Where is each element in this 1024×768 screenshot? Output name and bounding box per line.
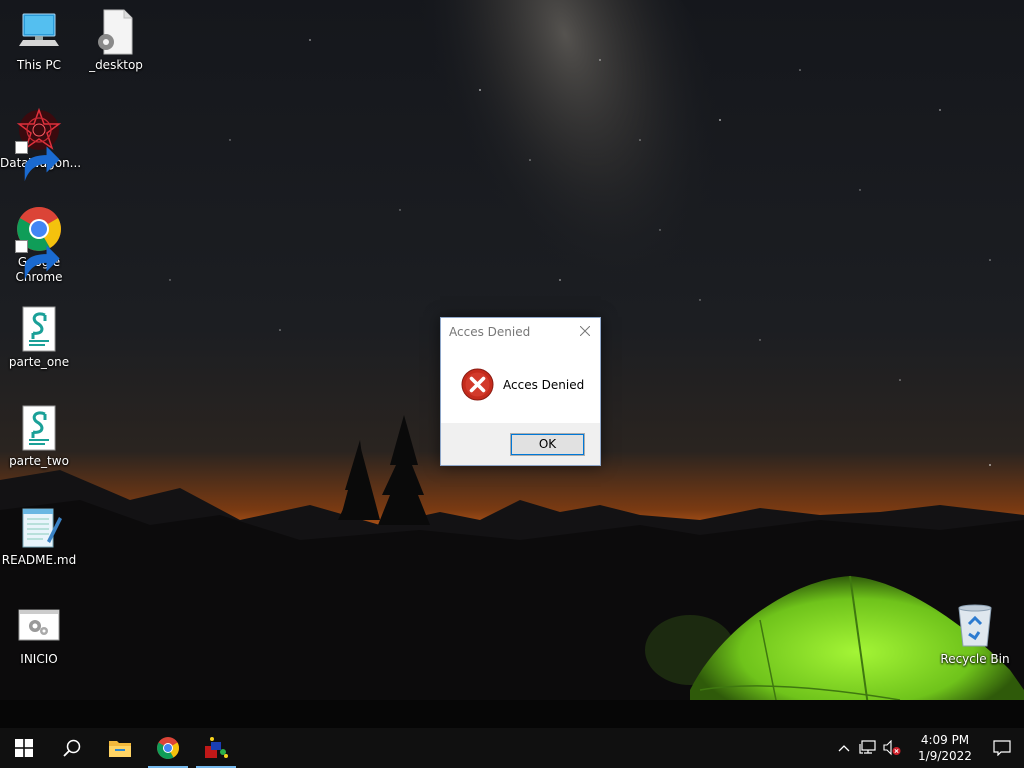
script-file-icon xyxy=(15,305,63,353)
shortcut-arrow-icon xyxy=(15,240,60,281)
desktop-icon-google-chrome[interactable]: Google Chrome xyxy=(0,205,78,285)
taskbar-file-explorer[interactable] xyxy=(96,728,144,768)
network-button[interactable] xyxy=(856,728,880,768)
notepad-icon xyxy=(15,503,63,551)
chevron-up-icon xyxy=(838,745,850,752)
close-button[interactable] xyxy=(570,318,600,344)
windows-start-icon xyxy=(15,739,33,757)
desktop-icon-label: Recycle Bin xyxy=(940,652,1010,666)
datawagon-icon xyxy=(15,106,63,182)
chrome-icon xyxy=(15,205,63,281)
search-button[interactable] xyxy=(48,728,96,768)
settings-window-icon xyxy=(15,602,63,650)
script-file-icon xyxy=(15,404,63,452)
access-denied-dialog: Acces Denied Acces Denied OK xyxy=(440,317,601,466)
shortcut-arrow-icon xyxy=(15,141,60,182)
close-icon xyxy=(580,326,590,336)
taskbar-app[interactable] xyxy=(192,728,240,768)
start-button[interactable] xyxy=(0,728,48,768)
clock-time: 4:09 PM xyxy=(920,733,970,747)
desktop-icon-inicio[interactable]: INICIO xyxy=(0,602,78,667)
dialog-message: Acces Denied xyxy=(503,377,585,392)
desktop-icon-parte-one[interactable]: parte_one xyxy=(0,305,78,370)
desktop-icon-desktop-file[interactable]: _desktop xyxy=(77,8,155,73)
desktop-icon-label: parte_one xyxy=(8,355,70,369)
system-tray: 4:09 PM 1/9/2022 xyxy=(832,728,1024,768)
desktop-icon-label: README.md xyxy=(1,553,77,567)
chrome-icon xyxy=(157,737,179,759)
dialog-footer: OK xyxy=(441,423,600,465)
network-icon xyxy=(859,740,876,754)
desktop-icon-label: INICIO xyxy=(20,652,58,666)
desktop-icon-recycle-bin[interactable]: Recycle Bin xyxy=(936,602,1014,667)
search-icon xyxy=(63,739,81,757)
error-icon xyxy=(461,368,494,401)
desktop-icon-label: parte_two xyxy=(9,454,69,468)
taskbar-chrome[interactable] xyxy=(144,728,192,768)
recycle-bin-icon xyxy=(951,602,999,650)
file-explorer-icon xyxy=(109,741,131,757)
dialog-body: Acces Denied xyxy=(441,345,600,424)
desktop-icon-label: _desktop xyxy=(89,58,143,72)
taskbar: 4:09 PM 1/9/2022 xyxy=(0,728,1024,768)
desktop-icon-parte-two[interactable]: parte_two xyxy=(0,404,78,469)
settings-file-icon xyxy=(92,8,140,56)
desktop-icon-datawagon[interactable]: DataWagon... xyxy=(0,106,81,182)
desktop-icon-readme[interactable]: README.md xyxy=(0,503,78,568)
desktop-icon-this-pc[interactable]: This PC xyxy=(0,8,78,73)
clock-date: 1/9/2022 xyxy=(918,749,972,763)
ok-button[interactable]: OK xyxy=(510,432,585,456)
volume-button[interactable] xyxy=(880,728,904,768)
clock[interactable]: 4:09 PM 1/9/2022 xyxy=(910,732,980,764)
notification-icon xyxy=(993,740,1011,756)
this-pc-icon xyxy=(15,8,63,56)
action-center-button[interactable] xyxy=(980,728,1024,768)
app-icon xyxy=(205,737,228,758)
desktop-icon-label: This PC xyxy=(17,58,61,72)
volume-muted-icon xyxy=(883,740,901,756)
show-hidden-icons-button[interactable] xyxy=(832,728,856,768)
